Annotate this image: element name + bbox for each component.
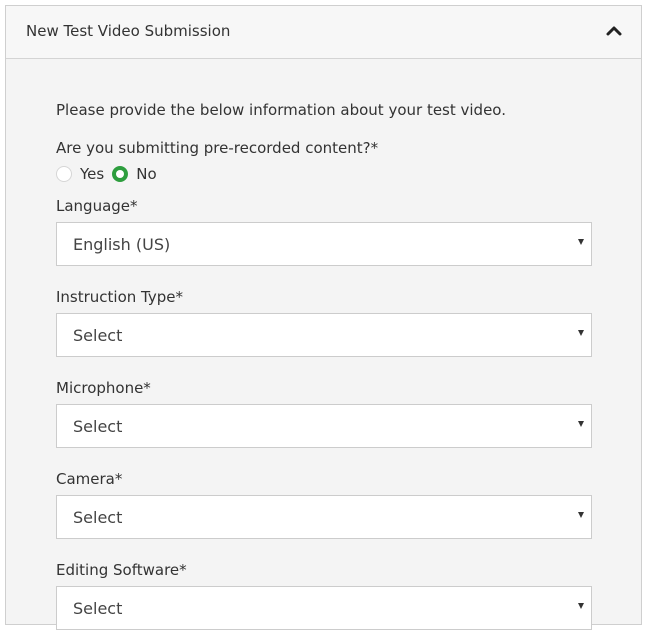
chevron-up-icon[interactable]	[603, 20, 625, 42]
instruction-type-select-value: Select	[73, 326, 123, 345]
radio-yes-label: Yes	[80, 165, 105, 183]
caret-down-icon	[578, 603, 584, 609]
panel-body: Please provide the below information abo…	[6, 59, 641, 630]
panel-title: New Test Video Submission	[26, 22, 231, 40]
prerecorded-question-label: Are you submitting pre-recorded content?…	[56, 139, 379, 157]
caret-down-icon	[578, 239, 584, 245]
editing-software-label: Editing Software*	[56, 561, 187, 579]
prerecorded-radio-group: Yes No	[56, 162, 641, 186]
language-label: Language*	[56, 197, 138, 215]
camera-select-value: Select	[73, 508, 123, 527]
test-video-submission-panel: New Test Video Submission Please provide…	[5, 5, 642, 630]
form-intro: Please provide the below information abo…	[56, 101, 506, 119]
microphone-select[interactable]: Select	[56, 404, 592, 448]
caret-down-icon	[578, 421, 584, 427]
prerecorded-option-yes[interactable]: Yes	[56, 165, 104, 183]
camera-label: Camera*	[56, 470, 123, 488]
language-select-value: English (US)	[73, 235, 171, 254]
radio-yes[interactable]	[56, 166, 72, 182]
camera-select[interactable]: Select	[56, 495, 592, 539]
instruction-type-label: Instruction Type*	[56, 288, 184, 306]
radio-no-label: No	[136, 165, 157, 183]
panel-header[interactable]: New Test Video Submission	[6, 6, 641, 59]
prerecorded-option-no[interactable]: No	[112, 165, 157, 183]
caret-down-icon	[578, 330, 584, 336]
editing-software-select[interactable]: Select	[56, 586, 592, 630]
radio-no[interactable]	[112, 166, 129, 182]
instruction-type-select[interactable]: Select	[56, 313, 592, 357]
caret-down-icon	[578, 512, 584, 518]
language-select[interactable]: English (US)	[56, 222, 592, 266]
microphone-select-value: Select	[73, 417, 123, 436]
editing-software-select-value: Select	[73, 599, 123, 618]
microphone-label: Microphone*	[56, 379, 151, 397]
